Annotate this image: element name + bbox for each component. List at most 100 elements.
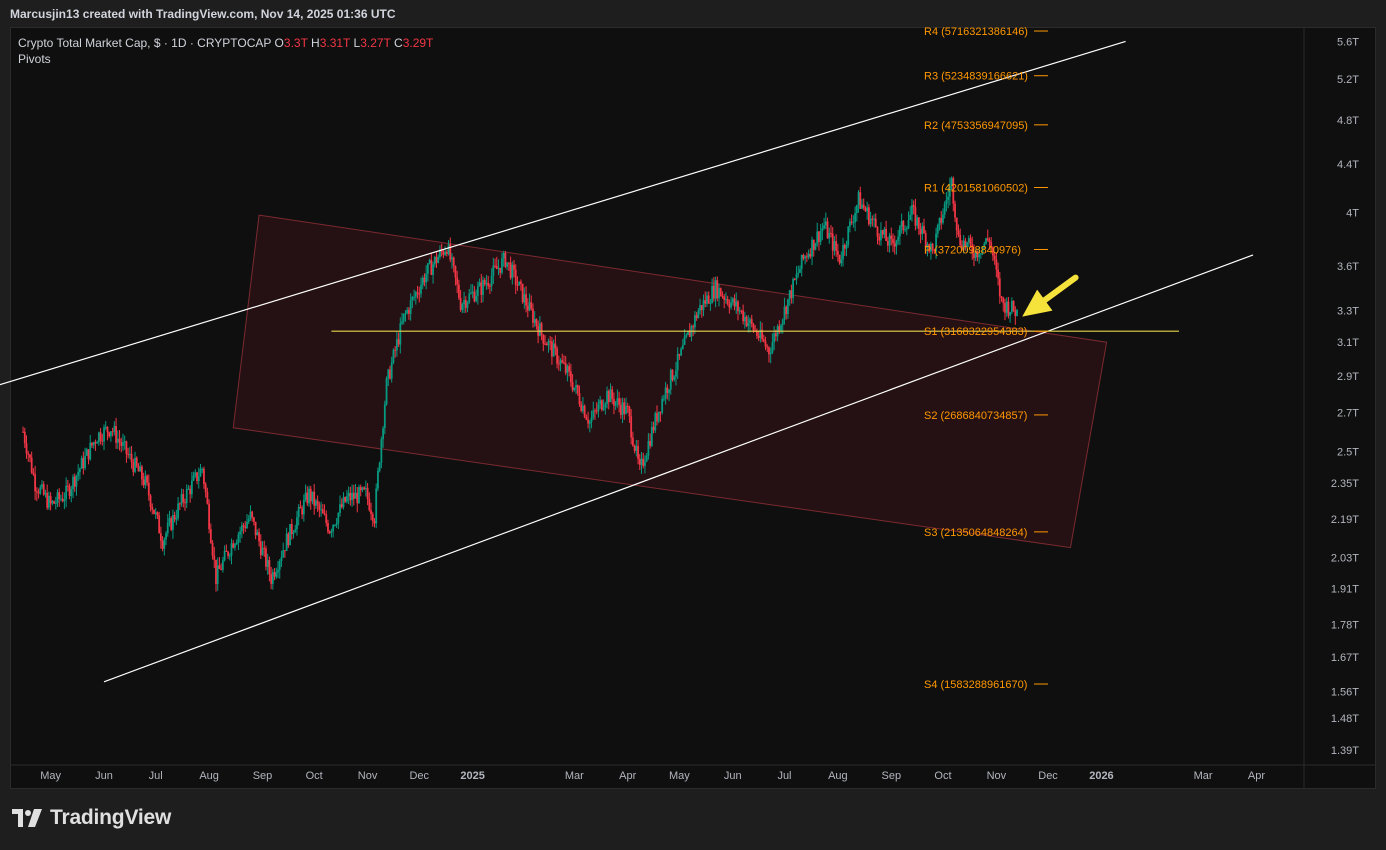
candle-body xyxy=(494,265,496,267)
candle-body xyxy=(85,449,88,456)
candle-body xyxy=(251,511,254,518)
candle-body xyxy=(599,400,602,405)
candle-body xyxy=(576,385,579,394)
candle-body xyxy=(373,520,376,524)
candle-body xyxy=(485,282,488,285)
candle-body xyxy=(208,503,211,530)
candle-body xyxy=(849,221,851,227)
candle-body xyxy=(275,572,278,577)
candle-body xyxy=(671,369,674,380)
candle-body xyxy=(390,362,393,379)
candle-body xyxy=(27,453,30,455)
candle-body xyxy=(855,205,858,214)
candle-body xyxy=(986,238,989,241)
candle-body xyxy=(556,348,558,364)
candle-body xyxy=(699,305,701,311)
candle-body xyxy=(173,514,176,520)
candle-body xyxy=(96,442,99,444)
candle-body xyxy=(266,560,269,567)
candle-body xyxy=(892,238,894,244)
chart-canvas[interactable]: R4 (5716321386146) R3 (5234839166621) R2 (… xyxy=(0,0,1386,850)
candle-body xyxy=(240,525,243,532)
legend-symbol[interactable]: Crypto Total Market Cap, $ · 1D · CRYPTO… xyxy=(18,36,271,50)
candle-body xyxy=(902,220,905,231)
candle-body xyxy=(602,407,605,410)
candle-body xyxy=(814,243,817,250)
candle-body xyxy=(773,333,776,343)
legend-indicator[interactable]: Pivots xyxy=(18,51,433,67)
pivot-label: R4 (5716321386146) xyxy=(924,26,1028,38)
candle-body xyxy=(29,454,31,458)
candle-body xyxy=(151,507,154,510)
candle-body xyxy=(478,282,481,287)
candle-body xyxy=(206,492,209,504)
candle-body xyxy=(42,484,45,495)
candle-body xyxy=(678,354,681,356)
candle-body xyxy=(878,236,881,241)
candle-body xyxy=(378,462,381,471)
candle-body xyxy=(247,519,250,522)
candle-body xyxy=(725,298,727,300)
candle-body xyxy=(835,241,838,251)
candle-body xyxy=(110,431,112,437)
tradingview-logo-icon xyxy=(12,809,42,827)
candle-body xyxy=(387,369,390,379)
candle-body xyxy=(719,288,722,296)
y-tick-label: 3.1T xyxy=(1337,337,1359,349)
candle-body xyxy=(194,472,197,476)
candle-body xyxy=(728,303,731,308)
candle-body xyxy=(392,349,395,363)
candle-body xyxy=(559,360,562,365)
candle-body xyxy=(320,509,322,511)
candle-body xyxy=(904,229,906,231)
legend-open-value: 3.3T xyxy=(283,36,308,50)
candle-body xyxy=(280,557,283,562)
candle-body xyxy=(735,301,738,307)
candle-body xyxy=(163,539,166,549)
x-tick-label: Jun xyxy=(95,770,113,782)
candle-body xyxy=(456,277,459,285)
y-tick-label: 4.4T xyxy=(1337,159,1359,171)
candle-body xyxy=(630,416,633,438)
candle-body xyxy=(221,560,224,570)
candle-body xyxy=(120,442,123,446)
candle-body xyxy=(621,402,624,415)
candle-body xyxy=(525,294,527,306)
candle-body xyxy=(34,474,37,492)
candle-body xyxy=(409,300,412,314)
x-tick-label: Aug xyxy=(199,770,219,782)
candle-body xyxy=(807,253,810,258)
candle-body xyxy=(721,295,724,297)
candle-body xyxy=(51,501,54,504)
candle-body xyxy=(595,410,598,412)
candle-body xyxy=(1004,303,1006,313)
candle-body xyxy=(142,479,145,486)
candle-body xyxy=(709,302,712,304)
candle-body xyxy=(1002,298,1005,304)
candle-body xyxy=(92,442,95,446)
tradingview-logo[interactable]: TradingView xyxy=(12,806,171,830)
candle-body xyxy=(421,277,424,286)
candle-body xyxy=(158,515,161,534)
candle-body xyxy=(842,244,844,260)
x-tick-label: Dec xyxy=(1038,770,1058,782)
candle-body xyxy=(614,401,617,406)
candle-body xyxy=(575,385,577,388)
y-tick-label: 2.9T xyxy=(1337,371,1359,383)
candle-body xyxy=(880,230,882,241)
candle-body xyxy=(886,240,889,246)
candle-body xyxy=(315,500,317,506)
candle-body xyxy=(737,301,739,312)
candle-body xyxy=(122,442,124,446)
candle-body xyxy=(742,310,745,322)
candle-body xyxy=(77,472,80,476)
candle-body xyxy=(569,371,572,383)
candle-body xyxy=(587,419,589,424)
candle-body xyxy=(156,512,159,516)
candle-body xyxy=(209,529,212,543)
candle-body xyxy=(463,299,465,305)
candle-body xyxy=(130,453,133,463)
candle-body xyxy=(919,228,922,235)
candle-body xyxy=(249,511,252,520)
candle-body xyxy=(204,484,207,493)
